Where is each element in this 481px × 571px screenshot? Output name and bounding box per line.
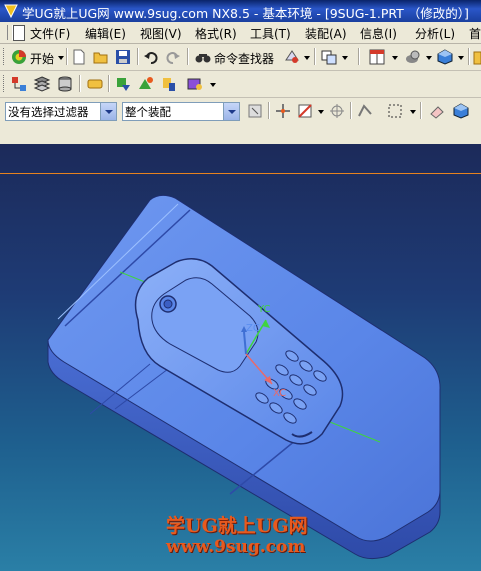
mold-model[interactable] — [0, 144, 481, 571]
graphics-window[interactable]: YC ZC XC 学UG就上UG网 www.9sug.com — [0, 144, 481, 571]
chevron-down-icon[interactable] — [100, 103, 116, 120]
selection-toolbar: 没有选择过滤器 整个装配 — [0, 98, 481, 123]
menu-format[interactable]: 格式(R) — [195, 25, 237, 42]
more-tools-icon[interactable] — [473, 48, 481, 66]
assembly-navigator-icon[interactable] — [10, 75, 28, 93]
application-toolbar — [0, 71, 481, 98]
toolbar-separator — [108, 75, 110, 92]
database-icon[interactable] — [56, 75, 74, 93]
binoculars-icon[interactable] — [194, 48, 212, 66]
menu-analysis[interactable]: 分析(L) — [415, 25, 455, 42]
electrode-icon[interactable] — [160, 75, 178, 93]
shade-dropdown-icon[interactable] — [458, 56, 464, 60]
toolbar-grip[interactable] — [3, 75, 7, 92]
new-file-icon[interactable] — [70, 48, 88, 66]
start-button[interactable]: 开始 — [30, 50, 54, 67]
undo-icon[interactable] — [142, 48, 160, 66]
redo-icon[interactable] — [164, 48, 182, 66]
menu-assembly[interactable]: 装配(A) — [305, 25, 347, 42]
selection-scope-dropdown[interactable]: 整个装配 — [122, 102, 240, 121]
macro-dropdown-icon[interactable] — [210, 83, 216, 87]
touch-mode-icon[interactable] — [283, 48, 301, 66]
toolbar-separator — [358, 48, 360, 65]
zc-axis-label: ZC — [246, 323, 260, 334]
menu-view[interactable]: 视图(V) — [140, 25, 182, 42]
chevron-down-icon[interactable] — [223, 103, 239, 120]
toolbar-separator — [420, 102, 422, 119]
layer-settings-icon[interactable] — [33, 75, 51, 93]
crosshair-icon[interactable] — [328, 102, 346, 120]
toolbar-separator — [314, 48, 316, 65]
toolbar-separator — [79, 75, 81, 92]
tag-icon[interactable] — [86, 75, 104, 93]
save-icon[interactable] — [114, 48, 132, 66]
document-icon[interactable] — [13, 25, 25, 41]
toolbar-dock-area — [0, 122, 481, 144]
touch-dropdown-icon[interactable] — [304, 56, 310, 60]
toolbar-separator — [468, 48, 470, 65]
toolbar-grip[interactable] — [3, 48, 7, 65]
feature-dropdown-icon[interactable] — [318, 110, 324, 114]
toolbar-separator — [268, 102, 270, 119]
toolbar-separator — [66, 48, 68, 65]
render-dropdown-icon[interactable] — [426, 56, 432, 60]
rectangle-dropdown-icon[interactable] — [410, 110, 416, 114]
selection-scope-value: 整个装配 — [125, 105, 171, 119]
type-filter-value: 没有选择过滤器 — [8, 105, 89, 119]
window-title: 学UG就上UG网 www.9sug.com NX8.5 - 基本环境 - [9S… — [22, 6, 469, 21]
menu-tools[interactable]: 工具(T) — [250, 25, 291, 42]
toolbar-separator — [137, 48, 139, 65]
feature-select-icon[interactable] — [296, 102, 314, 120]
open-folder-icon[interactable] — [92, 48, 110, 66]
eraser-icon[interactable] — [428, 102, 446, 120]
tool-design-icon[interactable] — [137, 75, 155, 93]
watermark-title: 学UG就上UG网 — [166, 515, 308, 537]
nx-app-icon[interactable] — [3, 3, 19, 19]
general-selection-icon[interactable] — [246, 102, 264, 120]
xc-axis-label: XC — [273, 388, 287, 399]
mold-wizard-icon[interactable] — [114, 75, 132, 93]
rectangle-select-icon[interactable] — [386, 102, 404, 120]
blue-cube-icon[interactable] — [452, 102, 470, 120]
menu-file[interactable]: 文件(F) — [30, 25, 70, 42]
menu-preferences[interactable]: 首 — [469, 25, 481, 42]
title-bar: 学UG就上UG网 www.9sug.com NX8.5 - 基本环境 - [9S… — [0, 0, 481, 22]
lasso-select-icon[interactable] — [356, 102, 374, 120]
yc-axis-label: YC — [258, 304, 271, 315]
layout-icon[interactable] — [368, 48, 386, 66]
command-finder-button[interactable]: 命令查找器 — [214, 50, 274, 67]
window-dropdown-icon[interactable] — [342, 56, 348, 60]
window-arrange-icon[interactable] — [320, 48, 338, 66]
toolbar-separator — [187, 48, 189, 65]
macro-icon[interactable] — [186, 75, 204, 93]
menu-information[interactable]: 信息(I) — [360, 25, 397, 42]
start-icon[interactable] — [10, 48, 28, 66]
type-filter-dropdown[interactable]: 没有选择过滤器 — [5, 102, 117, 121]
watermark-url: www.9sug.com — [166, 537, 306, 557]
standard-toolbar: 开始 命令查找器 — [0, 44, 481, 71]
render-style-icon[interactable] — [404, 48, 422, 66]
layout-dropdown-icon[interactable] — [392, 56, 398, 60]
start-dropdown-icon[interactable] — [58, 56, 64, 60]
menu-edit[interactable]: 编辑(E) — [85, 25, 126, 42]
shaded-cube-icon[interactable] — [436, 48, 454, 66]
menu-bar: 文件(F) 编辑(E) 视图(V) 格式(R) 工具(T) 装配(A) 信息(I… — [0, 22, 481, 44]
snap-point-icon[interactable] — [274, 102, 292, 120]
toolbar-separator — [350, 102, 352, 119]
